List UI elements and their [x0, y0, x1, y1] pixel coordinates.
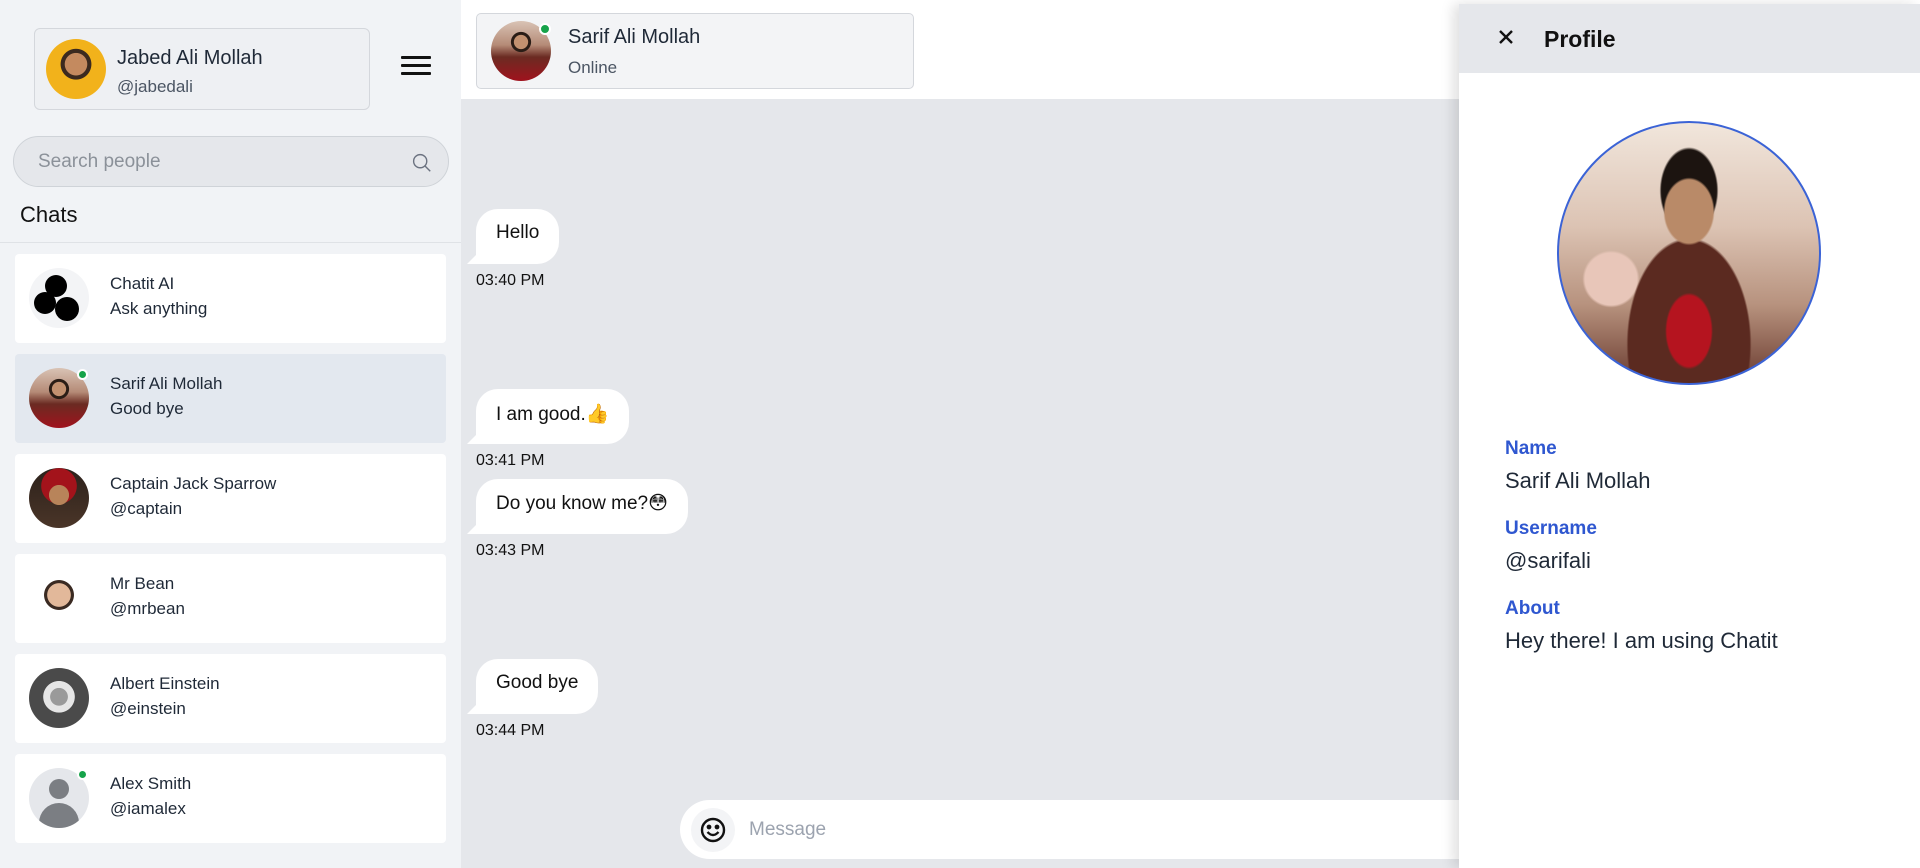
close-button[interactable]: [1491, 22, 1521, 52]
search-input[interactable]: [38, 150, 398, 174]
conversation-header: Sarif Ali Mollah Online: [461, 0, 1460, 99]
chat-item-einstein[interactable]: Albert Einstein @einstein: [15, 654, 446, 743]
chat-item-mrbean[interactable]: Mr Bean @mrbean: [15, 554, 446, 643]
message-bubble: Good bye: [466, 659, 599, 714]
chat-item-name: Chatit AI: [110, 274, 175, 293]
about-value: Hey there! I am using Chatit: [1505, 628, 1778, 653]
chat-item-name: Sarif Ali Mollah: [110, 374, 223, 393]
message-composer: [680, 800, 1460, 859]
current-user-avatar: [46, 39, 106, 99]
ai-logo-icon: [29, 268, 89, 328]
profile-header: Profile: [1459, 4, 1920, 73]
chat-list: Chatit AI Ask anything Sarif Ali Mollah …: [15, 254, 446, 854]
chat-item-captain[interactable]: Captain Jack Sparrow @captain: [15, 454, 446, 543]
message-time: 03:40 PM: [476, 272, 545, 289]
chat-item-subtitle: Ask anything: [110, 299, 208, 318]
close-icon: [1499, 30, 1513, 44]
contact-card[interactable]: Sarif Ali Mollah Online: [476, 13, 914, 89]
message-time: 03:43 PM: [476, 542, 545, 559]
profile-photo: [1557, 121, 1821, 385]
profile-panel: Profile Name Sarif Ali Mollah Username @…: [1459, 4, 1920, 868]
sidebar: Jabed Ali Mollah @jabedali Chats Chatit …: [0, 0, 461, 868]
username-value: @sarifali: [1505, 548, 1591, 573]
message: Do you know me?😳 03:43 PM: [467, 479, 688, 560]
name-label: Name: [1505, 438, 1557, 459]
chat-item-sarif[interactable]: Sarif Ali Mollah Good bye: [15, 354, 446, 443]
message: I am good.👍 03:41 PM: [466, 389, 630, 470]
smiley-icon: [700, 817, 726, 843]
online-indicator: [77, 769, 88, 780]
contact-name: Sarif Ali Mollah: [568, 26, 701, 48]
message-input[interactable]: [749, 816, 1349, 844]
message-time: 03:44 PM: [476, 722, 545, 739]
conversation-pane: Sarif Ali Mollah Online Hello 03:40 PM I…: [461, 0, 1460, 868]
about-label: About: [1505, 598, 1560, 619]
current-user-handle: @jabedali: [117, 77, 193, 96]
chat-item-name: Albert Einstein: [110, 674, 220, 693]
name-value: Sarif Ali Mollah: [1505, 468, 1651, 493]
avatar: [29, 668, 89, 728]
chat-item-subtitle: Good bye: [110, 399, 184, 418]
message: Hello 03:40 PM: [466, 209, 560, 290]
chat-item-subtitle: @captain: [110, 499, 183, 518]
search-icon[interactable]: [411, 152, 432, 173]
chat-item-name: Alex Smith: [110, 774, 192, 793]
online-indicator: [77, 369, 88, 380]
avatar: [29, 568, 89, 628]
contact-status: Online: [568, 58, 618, 77]
message-bubble: I am good.👍: [466, 389, 630, 444]
hamburger-icon[interactable]: [401, 56, 431, 80]
username-label: Username: [1505, 518, 1597, 539]
message-time: 03:41 PM: [476, 452, 545, 469]
chat-item-subtitle: @iamalex: [110, 799, 186, 818]
online-indicator: [539, 23, 551, 35]
divider: [0, 242, 461, 243]
message-bubble: Hello: [466, 209, 560, 264]
chat-item-chatit-ai[interactable]: Chatit AI Ask anything: [15, 254, 446, 343]
emoji-button[interactable]: [691, 808, 735, 852]
search-bar: [13, 136, 449, 187]
profile-title: Profile: [1544, 26, 1616, 52]
chat-item-subtitle: @mrbean: [110, 599, 185, 618]
message-bubble: Do you know me?😳: [467, 479, 688, 534]
chat-item-name: Captain Jack Sparrow: [110, 474, 277, 493]
chat-item-subtitle: @einstein: [110, 699, 186, 718]
avatar: [29, 468, 89, 528]
current-user-name: Jabed Ali Mollah: [117, 47, 263, 69]
current-user-card[interactable]: Jabed Ali Mollah @jabedali: [34, 28, 370, 110]
chat-item-alex[interactable]: Alex Smith @iamalex: [15, 754, 446, 843]
chats-heading: Chats: [20, 202, 78, 227]
message: Good bye 03:44 PM: [466, 659, 599, 740]
chat-item-name: Mr Bean: [110, 574, 175, 593]
